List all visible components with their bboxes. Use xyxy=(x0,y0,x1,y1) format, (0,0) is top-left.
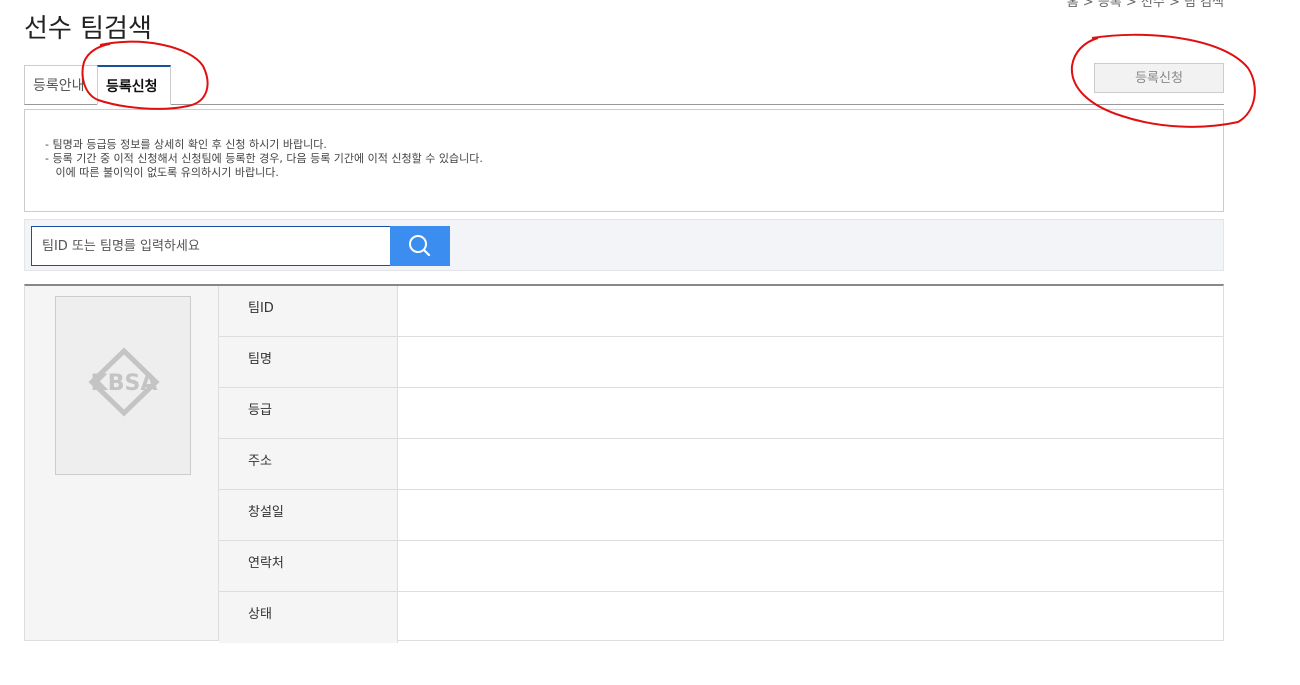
tab-registration-apply[interactable]: 등록신청 xyxy=(97,65,171,105)
contact-value xyxy=(398,541,1223,591)
tab-bar: 등록안내 등록신청 xyxy=(24,62,1224,105)
founded-date-label: 창설일 xyxy=(219,490,398,540)
address-label: 주소 xyxy=(219,439,398,489)
notice-line: 이에 따른 불이익이 없도록 유의하시기 바랍니다. xyxy=(45,166,279,179)
grade-value xyxy=(398,388,1223,438)
status-label: 상태 xyxy=(219,592,398,643)
search-icon xyxy=(409,235,431,257)
founded-date-value xyxy=(398,490,1223,540)
table-row: 창설일 xyxy=(219,490,1223,541)
team-photo: KBSA xyxy=(55,296,191,475)
team-name-value xyxy=(398,337,1223,387)
notice-line: - 등록 기간 중 이적 신청해서 신청팀에 등록한 경우, 다음 등록 기간에… xyxy=(45,152,483,165)
notice-line: - 팀명과 등급등 정보를 상세히 확인 후 신청 하시기 바랍니다. xyxy=(45,138,327,151)
tab-registration-guide[interactable]: 등록안내 xyxy=(24,65,98,105)
grade-label: 등급 xyxy=(219,388,398,438)
contact-label: 연락처 xyxy=(219,541,398,591)
team-photo-cell: KBSA xyxy=(25,286,219,640)
kbsa-logo: KBSA xyxy=(88,347,160,417)
table-row: 상태 xyxy=(219,592,1223,643)
team-id-value xyxy=(398,286,1223,336)
status-value xyxy=(398,592,1223,643)
table-row: 팀명 xyxy=(219,337,1223,388)
breadcrumb: 홈 > 등록 > 선수 > 팀 검색 xyxy=(1066,0,1224,10)
register-apply-button[interactable]: 등록신청 xyxy=(1094,63,1224,93)
notice-box: - 팀명과 등급등 정보를 상세히 확인 후 신청 하시기 바랍니다. - 등록… xyxy=(24,109,1224,212)
page-title: 선수 팀검색 xyxy=(24,14,152,44)
team-info-table: KBSA 팀ID 팀명 등급 주소 창설일 연락처 상태 xyxy=(24,284,1224,643)
table-row: 연락처 xyxy=(219,541,1223,592)
search-button[interactable] xyxy=(390,226,450,266)
svg-text:KBSA: KBSA xyxy=(91,371,158,396)
search-bar xyxy=(24,219,1224,271)
table-row: 등급 xyxy=(219,388,1223,439)
team-id-label: 팀ID xyxy=(219,286,398,336)
table-row: 팀ID xyxy=(219,286,1223,337)
search-input[interactable] xyxy=(31,226,391,266)
team-name-label: 팀명 xyxy=(219,337,398,387)
team-info-rows: 팀ID 팀명 등급 주소 창설일 연락처 상태 xyxy=(219,286,1223,643)
address-value xyxy=(398,439,1223,489)
table-row: 주소 xyxy=(219,439,1223,490)
